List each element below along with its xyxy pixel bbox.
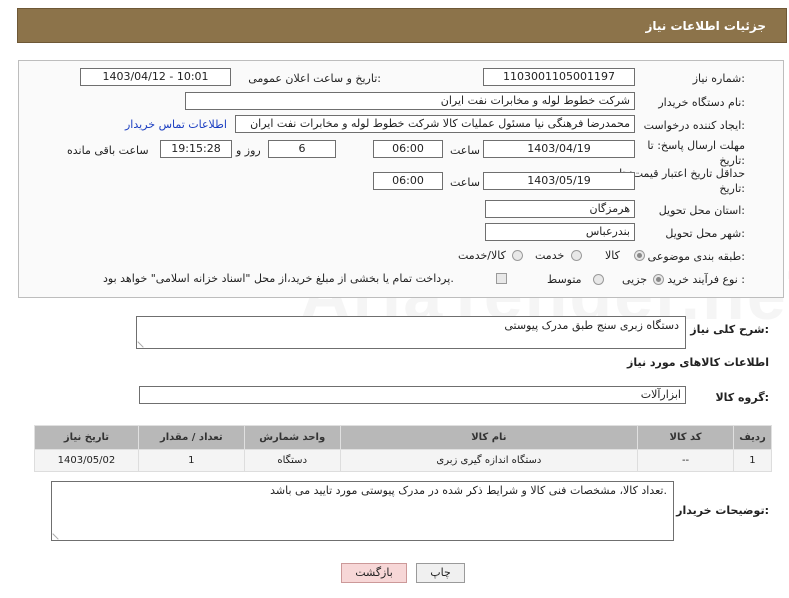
- col-need-date: تاریخ نیاز: [34, 425, 139, 450]
- buyer-label: نام دستگاه خریدار:: [658, 96, 745, 109]
- remaining-time-label: ساعت باقی مانده: [67, 144, 149, 157]
- category-label: طبقه بندی موضوعی:: [647, 250, 745, 263]
- price-validity-date-field[interactable]: 1403/05/19: [483, 172, 635, 190]
- province-label: استان محل تحویل:: [658, 204, 745, 217]
- reply-deadline-label: مهلت ارسال پاسخ: تا تاریخ:: [647, 139, 745, 167]
- category-radio-service[interactable]: [571, 250, 582, 261]
- description-text: دستگاه زبری سنج طبق مدرک پیوستی: [504, 319, 679, 332]
- page-title: جزئیات اطلاعات نیاز: [645, 19, 766, 33]
- price-time-label: ساعت: [450, 176, 480, 189]
- back-button[interactable]: بازگشت: [341, 563, 407, 583]
- col-item-name: نام کالا: [339, 425, 639, 450]
- process-label: نوع فرآیند خرید :: [667, 273, 745, 286]
- remaining-time-field[interactable]: 19:15:28: [160, 140, 232, 158]
- process-radio-minor[interactable]: [653, 274, 664, 285]
- process-radio-medium[interactable]: [593, 274, 604, 285]
- description-label: شرح کلی نیاز:: [690, 323, 769, 336]
- buyer-notes-label: توضیحات خریدار:: [676, 504, 769, 517]
- buyer-contact-link[interactable]: اطلاعات تماس خریدار: [125, 118, 227, 131]
- cell-row-number: 1: [732, 449, 773, 472]
- creator-field[interactable]: محمدرضا فرهنگی نیا مسئول عملیات کالا شرک…: [235, 115, 635, 133]
- goods-group-field[interactable]: ابزارآلات: [139, 386, 686, 404]
- category-radio-goods[interactable]: [634, 250, 645, 261]
- need-number-label: شماره نیاز:: [692, 72, 745, 85]
- goods-table-header: تاریخ نیاز تعداد / مقدار واحد شمارش نام …: [34, 425, 773, 450]
- cell-item-name: دستگاه اندازه گیری زبری: [339, 449, 639, 472]
- need-number-field[interactable]: 1103001105001197: [483, 68, 635, 86]
- process-option-medium: متوسط: [547, 273, 582, 286]
- print-button[interactable]: چاپ: [416, 563, 465, 583]
- price-validity-time-field[interactable]: 06:00: [373, 172, 443, 190]
- city-label: شهر محل تحویل:: [665, 227, 745, 240]
- reply-time-field[interactable]: 06:00: [373, 140, 443, 158]
- category-option-goods-service: کالا/خدمت: [458, 249, 506, 262]
- goods-table: تاریخ نیاز تعداد / مقدار واحد شمارش نام …: [34, 425, 773, 472]
- days-remaining-field[interactable]: 6: [268, 140, 336, 158]
- reply-time-label: ساعت: [450, 144, 480, 157]
- treasury-payment-note: پرداخت تمام یا بخشی از مبلغ خرید،از محل …: [103, 272, 454, 285]
- cell-item-code: --: [637, 449, 734, 472]
- reply-date-field[interactable]: 1403/04/19: [483, 140, 635, 158]
- goods-group-label: گروه کالا:: [715, 391, 769, 404]
- cell-unit: دستگاه: [243, 449, 341, 472]
- city-field[interactable]: بندرعباس: [485, 223, 635, 241]
- buyer-notes-text: تعداد کالا، مشخصات فنی کالا و شرایط ذکر …: [270, 484, 667, 497]
- treasury-payment-checkbox[interactable]: [496, 273, 507, 284]
- resize-grip-icon[interactable]: [52, 528, 64, 540]
- description-textarea[interactable]: دستگاه زبری سنج طبق مدرک پیوستی: [136, 316, 686, 349]
- col-unit: واحد شمارش: [243, 425, 341, 450]
- cell-quantity: 1: [137, 449, 245, 472]
- announce-datetime-label: تاریخ و ساعت اعلان عمومی:: [248, 72, 381, 85]
- category-option-goods: کالا: [605, 249, 620, 262]
- buyer-field[interactable]: شرکت خطوط لوله و مخابرات نفت ایران: [185, 92, 635, 110]
- category-option-service: خدمت: [535, 249, 565, 262]
- process-option-minor: جزیی: [622, 273, 648, 286]
- cell-need-date: 1403/05/02: [34, 449, 139, 472]
- province-field[interactable]: هرمزگان: [485, 200, 635, 218]
- announce-datetime-field[interactable]: 1403/04/12 - 10:01: [80, 68, 231, 86]
- col-item-code: کد کالا: [637, 425, 734, 450]
- category-radio-goods-service[interactable]: [512, 250, 523, 261]
- creator-label: ایجاد کننده درخواست:: [643, 119, 745, 132]
- col-quantity: تعداد / مقدار: [137, 425, 245, 450]
- resize-grip-icon[interactable]: [137, 336, 149, 348]
- days-label: روز و: [236, 144, 261, 157]
- buyer-notes-textarea[interactable]: تعداد کالا، مشخصات فنی کالا و شرایط ذکر …: [51, 481, 674, 541]
- table-row: 1403/05/02 1 دستگاه دستگاه اندازه گیری ز…: [34, 449, 773, 472]
- page-header: جزئیات اطلاعات نیاز: [17, 8, 787, 43]
- col-row-number: ردیف: [732, 425, 773, 450]
- goods-section-title: اطلاعات کالاهای مورد نیاز: [627, 356, 769, 369]
